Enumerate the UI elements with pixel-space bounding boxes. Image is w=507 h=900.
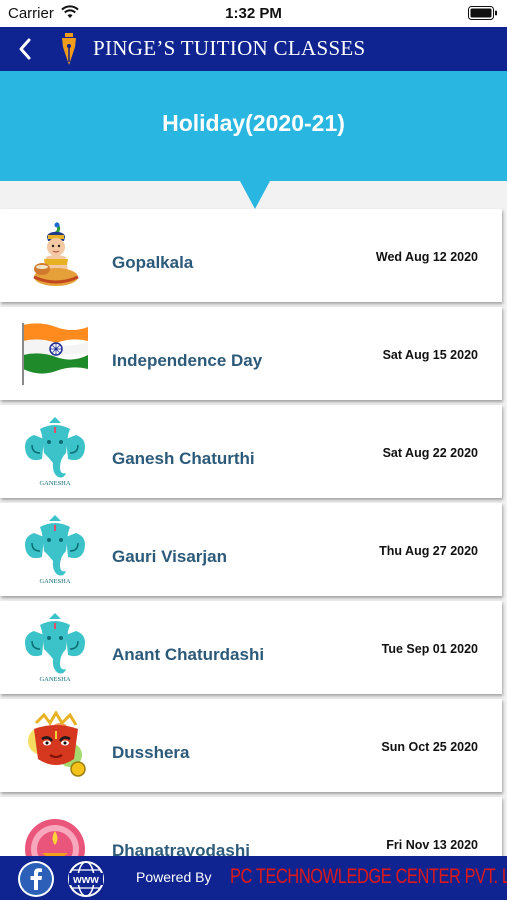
krishna-icon	[20, 221, 90, 291]
facebook-icon[interactable]	[17, 860, 55, 898]
svg-text:GANESHA: GANESHA	[39, 480, 70, 487]
list-item[interactable]: GANESHA Anant Chaturdashi Tue Sep 01 202…	[0, 601, 502, 694]
list-item[interactable]: Gopalkala Wed Aug 12 2020	[0, 209, 502, 302]
page-title: PINGE’S TUITION CLASSES	[93, 36, 366, 60]
status-bar: Carrier 1:32 PM	[0, 0, 507, 27]
ganesha-icon: GANESHA	[20, 417, 90, 487]
section-banner: Holiday(2020-21)	[0, 71, 507, 181]
holiday-date: Sun Oct 25 2020	[381, 740, 478, 754]
holiday-date: Tue Sep 01 2020	[381, 642, 478, 656]
list-item[interactable]: Independence Day Sat Aug 15 2020	[0, 307, 502, 400]
footer-bar: www Powered By PC TECHNOWLEDGE CENTER PV…	[0, 856, 507, 900]
chevron-left-icon[interactable]	[14, 35, 36, 63]
banner-pointer	[240, 181, 270, 209]
list-item[interactable]: GANESHA Ganesh Chaturthi Sat Aug 22 2020	[0, 405, 502, 498]
holiday-name: Independence Day	[112, 351, 263, 370]
holiday-name: Anant Chaturdashi	[112, 645, 265, 664]
navigation-bar: PINGE’S TUITION CLASSES	[0, 27, 507, 71]
holiday-date: Wed Aug 12 2020	[375, 250, 478, 264]
svg-text:www: www	[72, 874, 99, 886]
holiday-date: Thu Aug 27 2020	[379, 544, 478, 558]
indian-flag-icon	[20, 319, 90, 389]
company-name: PC TECHNOWLEDGE CENTER PVT. LTD	[230, 865, 507, 888]
list-item[interactable]: Dusshera Sun Oct 25 2020	[0, 699, 502, 792]
pen-nib-logo-icon	[58, 32, 80, 66]
holiday-name: Gauri Visarjan	[112, 547, 227, 566]
ganesha-icon: GANESHA	[20, 613, 90, 683]
holiday-screen: Carrier 1:32 PM PINGE’S TUITION CLASSES …	[0, 0, 507, 900]
battery-icon	[468, 6, 498, 24]
powered-by-label: Powered By	[136, 869, 212, 885]
ganesha-icon: GANESHA	[20, 515, 90, 585]
holiday-date: Sat Aug 22 2020	[382, 446, 478, 460]
clock: 1:32 PM	[225, 5, 282, 22]
holiday-name: Gopalkala	[112, 253, 194, 272]
holiday-name: Ganesh Chaturthi	[112, 449, 255, 468]
svg-text:GANESHA: GANESHA	[39, 676, 70, 683]
svg-text:GANESHA: GANESHA	[39, 578, 70, 585]
holiday-date: Fri Nov 13 2020	[386, 838, 478, 852]
banner-title: Holiday(2020-21)	[162, 110, 345, 136]
holiday-date: Sat Aug 15 2020	[382, 348, 478, 362]
holiday-name: Dusshera	[112, 743, 190, 762]
list-item[interactable]: GANESHA Gauri Visarjan Thu Aug 27 2020	[0, 503, 502, 596]
www-globe-icon[interactable]: www	[66, 860, 106, 898]
durga-icon	[20, 710, 90, 781]
